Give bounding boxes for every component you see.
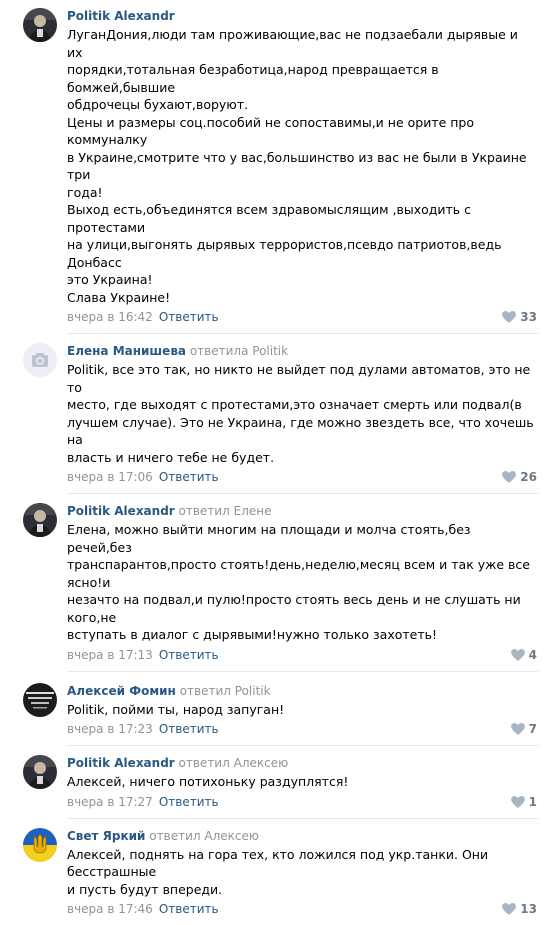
comment-header: Politik Alexandr: [67, 8, 537, 25]
like-button[interactable]: 13: [502, 901, 537, 917]
comment-meta: вчера в 17:06 Ответить 26: [67, 469, 537, 485]
replied-to: ответил Politik: [180, 684, 271, 698]
author-name[interactable]: Елена Манишева: [67, 344, 186, 358]
comment-time[interactable]: вчера в 16:42: [67, 310, 153, 324]
comment-text: Алексей, ничего потихоньку раздуплятся!: [67, 773, 537, 791]
comment-text: Алексей, поднять на гора тех, кто ложилс…: [67, 846, 537, 899]
like-count: 13: [520, 901, 537, 917]
like-count: 26: [520, 469, 537, 485]
reply-target-link[interactable]: Politik: [235, 684, 271, 698]
comment: Свет Яркий ответил Алексею Алексей, подн…: [0, 818, 549, 925]
comment-time[interactable]: вчера в 17:23: [67, 722, 153, 736]
like-button[interactable]: 4: [511, 647, 537, 663]
comment-body: Politik Alexandr ответил Елене Елена, мо…: [67, 503, 537, 663]
reply-button[interactable]: Ответить: [159, 470, 219, 484]
heart-icon: [502, 311, 516, 323]
reply-button[interactable]: Ответить: [159, 795, 219, 809]
replied-to: ответил Алексею: [149, 829, 259, 843]
comment-body: Politik Alexandr ЛуганДония,люди там про…: [67, 8, 537, 325]
heart-icon: [511, 723, 525, 735]
heart-icon: [511, 796, 525, 808]
like-count: 4: [529, 647, 537, 663]
comment-meta: вчера в 17:46 Ответить 13: [67, 901, 537, 917]
replied-verb: ответил: [149, 829, 200, 843]
reply-button[interactable]: Ответить: [159, 310, 219, 324]
replied-verb: ответил: [180, 684, 231, 698]
comment-text: ЛуганДония,люди там проживающие,вас не п…: [67, 26, 537, 306]
author-name[interactable]: Свет Яркий: [67, 829, 145, 843]
comment-text: Politik, все это так, но никто не выйдет…: [67, 361, 537, 466]
avatar-poster[interactable]: [23, 683, 57, 717]
comment-meta: вчера в 17:13 Ответить 4: [67, 647, 537, 663]
like-count: 33: [520, 309, 537, 325]
like-button[interactable]: 26: [502, 469, 537, 485]
comment-header: Politik Alexandr ответил Елене: [67, 503, 537, 520]
replied-to: ответила Politik: [190, 344, 288, 358]
avatar-portrait[interactable]: [23, 8, 57, 42]
comment: Елена Манишева ответила Politik Politik,…: [0, 333, 549, 493]
comment-body: Алексей Фомин ответил Politik Politik, п…: [67, 683, 537, 738]
like-button[interactable]: 7: [511, 721, 537, 737]
comment-time[interactable]: вчера в 17:06: [67, 470, 153, 484]
comment: Politik Alexandr ответил Елене Елена, мо…: [0, 493, 549, 671]
like-count: 7: [529, 721, 537, 737]
comments-feed: Politik Alexandr ЛуганДония,люди там про…: [0, 0, 549, 925]
comment-text: Politik, пойми ты, народ запуган!: [67, 701, 537, 719]
comment-header: Politik Alexandr ответил Алексею: [67, 755, 537, 772]
comment: Politik Alexandr ответил Алексею Алексей…: [0, 745, 549, 818]
comment-text: Елена, можно выйти многим на площади и м…: [67, 521, 537, 644]
like-button[interactable]: 33: [502, 309, 537, 325]
heart-icon: [502, 903, 516, 915]
comment: Politik Alexandr ЛуганДония,люди там про…: [0, 0, 549, 333]
reply-target-link[interactable]: Алексею: [234, 756, 289, 770]
comment-header: Алексей Фомин ответил Politik: [67, 683, 537, 700]
comment-body: Politik Alexandr ответил Алексею Алексей…: [67, 755, 537, 810]
reply-button[interactable]: Ответить: [159, 722, 219, 736]
comment-header: Свет Яркий ответил Алексею: [67, 828, 537, 845]
comment-time[interactable]: вчера в 17:27: [67, 795, 153, 809]
heart-icon: [511, 649, 525, 661]
reply-target-link[interactable]: Politik: [252, 344, 288, 358]
author-name[interactable]: Politik Alexandr: [67, 9, 175, 23]
heart-icon: [502, 471, 516, 483]
comment-body: Елена Манишева ответила Politik Politik,…: [67, 343, 537, 485]
comment-header: Елена Манишева ответила Politik: [67, 343, 537, 360]
author-name[interactable]: Politik Alexandr: [67, 756, 175, 770]
like-count: 1: [529, 794, 537, 810]
comment-time[interactable]: вчера в 17:13: [67, 648, 153, 662]
comment-time[interactable]: вчера в 17:46: [67, 902, 153, 916]
like-button[interactable]: 1: [511, 794, 537, 810]
avatar-portrait[interactable]: [23, 755, 57, 789]
avatar-camera[interactable]: [23, 343, 57, 377]
replied-to: ответил Елене: [179, 504, 272, 518]
reply-button[interactable]: Ответить: [159, 902, 219, 916]
reply-button[interactable]: Ответить: [159, 648, 219, 662]
comment-meta: вчера в 16:42 Ответить 33: [67, 309, 537, 325]
replied-verb: ответил: [179, 756, 230, 770]
replied-verb: ответила: [190, 344, 249, 358]
reply-target-link[interactable]: Елене: [234, 504, 272, 518]
comment-body: Свет Яркий ответил Алексею Алексей, подн…: [67, 828, 537, 918]
replied-verb: ответил: [179, 504, 230, 518]
author-name[interactable]: Politik Alexandr: [67, 504, 175, 518]
comment-meta: вчера в 17:27 Ответить 1: [67, 794, 537, 810]
avatar-portrait[interactable]: [23, 503, 57, 537]
comment: Алексей Фомин ответил Politik Politik, п…: [0, 671, 549, 746]
replied-to: ответил Алексею: [179, 756, 289, 770]
comment-meta: вчера в 17:23 Ответить 7: [67, 721, 537, 737]
author-name[interactable]: Алексей Фомин: [67, 684, 176, 698]
avatar-trident[interactable]: [23, 828, 57, 862]
reply-target-link[interactable]: Алексею: [204, 829, 259, 843]
